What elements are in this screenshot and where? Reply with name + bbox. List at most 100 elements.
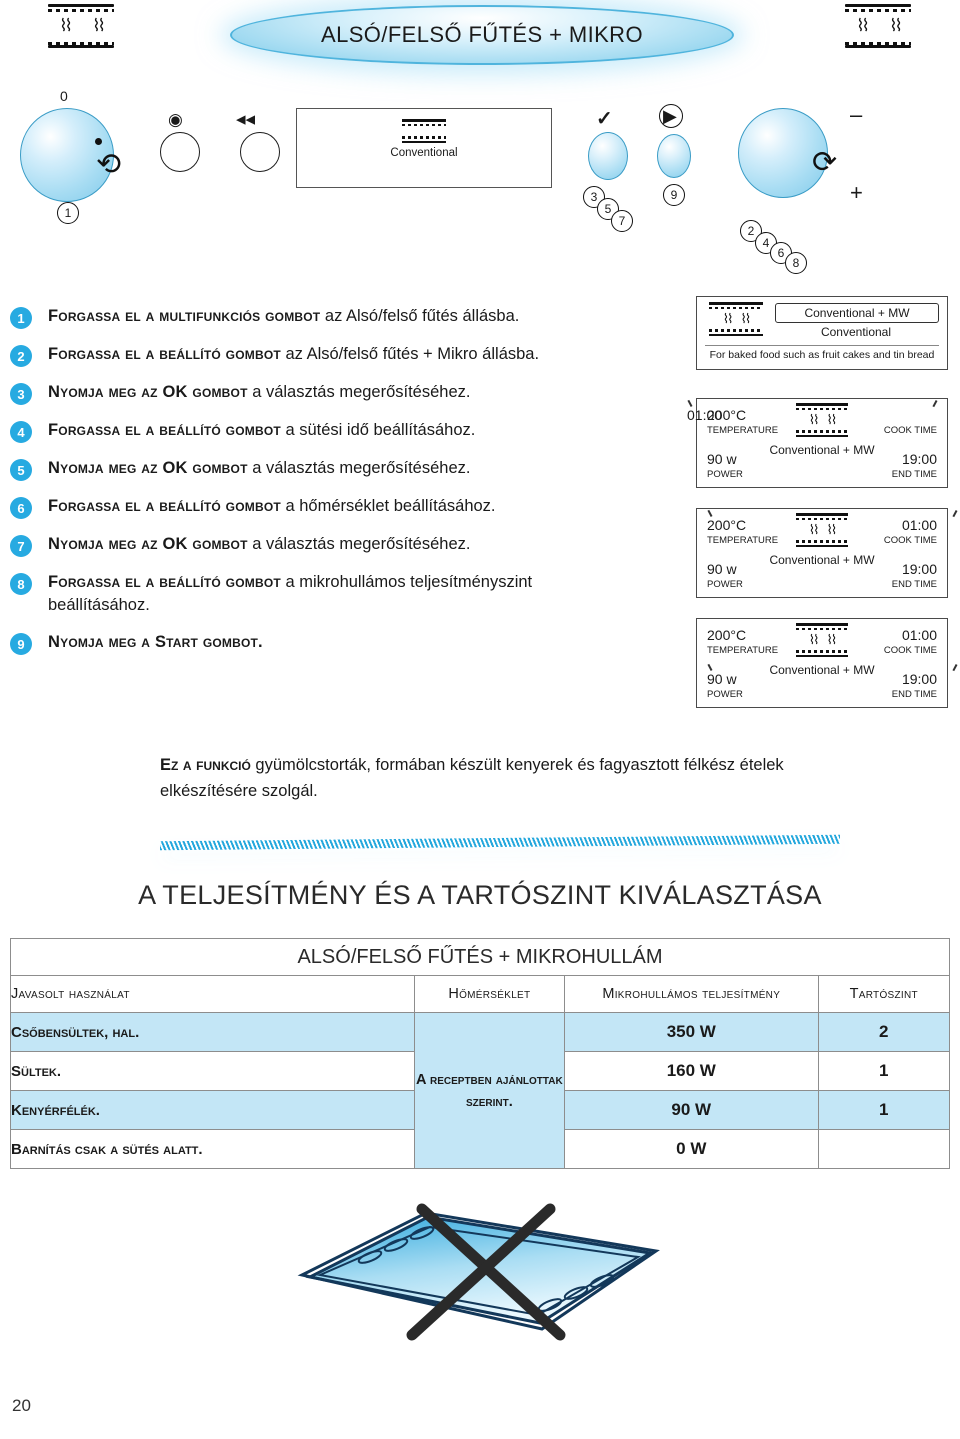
list-item: 9 Nyomja meg a Start gombot.: [10, 631, 670, 655]
step-rest: a választás megerősítéséhez.: [247, 535, 471, 553]
marker-1: 1: [57, 202, 79, 224]
heating-element-microwave-icon-right: ⌇⌇ ⌇⌇: [845, 4, 911, 58]
mode-description: For baked food such as fruit cakes and t…: [709, 349, 935, 361]
list-item: 3 Nyomja meg az OK gombot a választás meg…: [10, 381, 670, 405]
column-header-power: Mikrohullámos teljesítmény: [564, 975, 819, 1013]
row-use: Sültek.: [10, 1051, 415, 1091]
stop-button[interactable]: [160, 132, 200, 172]
power-label: POWER: [707, 469, 743, 480]
step-strong: Nyomja meg az OK gombot: [48, 535, 248, 553]
oven-display: Conventional: [296, 108, 552, 188]
sub-mode: Conventional: [820, 325, 892, 339]
ok-button[interactable]: [588, 132, 628, 180]
heating-element-microwave-icon-left: ⌇⌇ ⌇⌇: [48, 4, 114, 58]
step-strong: Forgassa el a beállító gombot: [48, 421, 281, 439]
cook-time-value: 01:00: [901, 627, 937, 643]
table-title: ALSÓ/FELSŐ FŰTÉS + MIKROHULLÁM: [10, 938, 950, 976]
step-badge: 8: [10, 573, 32, 595]
step-rest: az Alsó/felső fűtés + Mikro állásba.: [280, 345, 540, 363]
step-rest: a hőmérséklet beállításához.: [280, 497, 496, 515]
cook-time-label: COOK TIME: [883, 645, 937, 656]
list-item: 4 Forgassa el a beállító gombot a sütési …: [10, 419, 670, 443]
cook-time-label: COOK TIME: [883, 535, 937, 546]
instruction-step-list: 1 Forgassa el a multifunkciós gombot az A…: [10, 305, 670, 669]
step-rest: a választás megerősítéséhez.: [247, 459, 471, 477]
row-power: 160 W: [564, 1051, 819, 1091]
decorative-divider: [160, 834, 840, 851]
step-strong: Nyomja meg a Start gombot.: [48, 633, 263, 651]
step-rest: a sütési idő beállításához.: [280, 421, 476, 439]
step-badge: 7: [10, 535, 32, 557]
step-strong: Forgassa el a beállító gombot: [48, 345, 281, 363]
step-strong: Forgassa el a beállító gombot: [48, 497, 281, 515]
row-use: Barnítás csak a sütés alatt.: [10, 1129, 415, 1169]
power-label: POWER: [707, 689, 743, 700]
end-time-label: END TIME: [891, 469, 937, 480]
check-mark-icon: ✓: [596, 108, 613, 130]
cook-time-value: 01:00: [901, 517, 937, 533]
rotate-knob-icon: ⟲: [96, 148, 122, 181]
baking-tray-not-allowed-illustration: [250, 1195, 720, 1405]
power-label: POWER: [707, 579, 743, 590]
list-item: 2 Forgassa el a beállító gombot az Alsó/f…: [10, 343, 670, 367]
step-strong: Nyomja meg az OK gombot: [48, 459, 248, 477]
display-panel-cook-time: 200°C TEMPERATURE 01:00 COOK TIME 90 w P…: [687, 398, 948, 488]
display-panel-power: 200°C TEMPERATURE 01:00 COOK TIME 90 w P…: [696, 618, 948, 708]
play-circle-ring-icon: [659, 104, 683, 128]
panel-mode: Conventional + MW: [769, 443, 875, 457]
panel-divider: [705, 345, 939, 346]
step-badge: 2: [10, 345, 32, 367]
step-badge: 3: [10, 383, 32, 405]
panel-mode: Conventional + MW: [769, 553, 875, 567]
marker-8: 8: [785, 252, 807, 274]
row-level: 1: [817, 1051, 951, 1091]
step-rest: az Alsó/felső fűtés állásba.: [320, 307, 520, 325]
row-power: 0 W: [564, 1129, 819, 1169]
column-header-level: Tartószint: [817, 975, 951, 1013]
step-badge: 4: [10, 421, 32, 443]
plus-sign: +: [850, 180, 863, 205]
table-row: Csőbensültek, hal. A receptben ajánlotta…: [10, 1012, 951, 1169]
stop-square-icon: ◉: [168, 110, 183, 129]
temperature-label: TEMPERATURE: [707, 645, 779, 656]
cook-time-label: COOK TIME: [883, 425, 937, 436]
control-panel: 0 ⟲ 1 ◉ ◂◂ Conventional ✓ 3 5 7 ▶ 9 ⟳ – …: [0, 80, 960, 280]
step-badge: 1: [10, 307, 32, 329]
list-item: 6 Forgassa el a beállító gombot a hőmérsé…: [10, 495, 670, 519]
section-heading: A TELJESÍTMÉNY ÉS A TARTÓSZINT KIVÁLASZT…: [138, 880, 822, 910]
knob-zero-label: 0: [60, 88, 68, 104]
rotate-setting-knob-icon: ⟳: [812, 146, 838, 179]
end-time-label: END TIME: [891, 579, 937, 590]
function-note-rest: gyümölcstorták, formában készült kenyere…: [160, 756, 784, 800]
minus-sign: –: [850, 102, 863, 127]
end-time-label: END TIME: [891, 689, 937, 700]
page-title-banner: ALSÓ/FELSŐ FŰTÉS + MIKRO: [230, 5, 734, 65]
list-item: 1 Forgassa el a multifunkciós gombot az A…: [10, 305, 670, 329]
row-level: 2: [817, 1012, 951, 1052]
selected-mode: Conventional + MW: [775, 303, 939, 323]
column-header-temperature: Hőmérséklet: [413, 975, 566, 1013]
step-strong: Nyomja meg az OK gombot: [48, 383, 248, 401]
page-title: ALSÓ/FELSŐ FŰTÉS + MIKRO: [321, 22, 643, 47]
table-title-row: ALSÓ/FELSŐ FŰTÉS + MIKROHULLÁM: [10, 938, 950, 976]
row-level: [817, 1129, 951, 1169]
step-badge: 6: [10, 497, 32, 519]
list-item: 7 Nyomja meg az OK gombot a választás meg…: [10, 533, 670, 557]
row-level: 1: [817, 1090, 951, 1130]
start-button[interactable]: [657, 134, 691, 178]
table-header-row: Javasolt használat Hőmérséklet Mikrohull…: [10, 975, 951, 1013]
temperature-label: TEMPERATURE: [707, 425, 779, 436]
step-strong: Forgassa el a multifunkciós gombot: [48, 307, 321, 325]
rewind-double-left-icon: ◂◂: [236, 109, 256, 130]
row-power: 350 W: [564, 1012, 819, 1052]
back-button[interactable]: [240, 132, 280, 172]
function-note: Ez a funkció gyümölcstorták, formában ké…: [160, 752, 820, 804]
marker-9: 9: [663, 184, 685, 206]
step-badge: 5: [10, 459, 32, 481]
function-note-strong: Ez a funkció: [160, 756, 251, 774]
temperature-value: 200°C: [707, 627, 747, 643]
panel-mode: Conventional + MW: [769, 663, 875, 677]
step-rest: a választás megerősítéséhez.: [247, 383, 471, 401]
display-mode-text: Conventional: [390, 147, 458, 159]
step-badge: 9: [10, 633, 32, 655]
